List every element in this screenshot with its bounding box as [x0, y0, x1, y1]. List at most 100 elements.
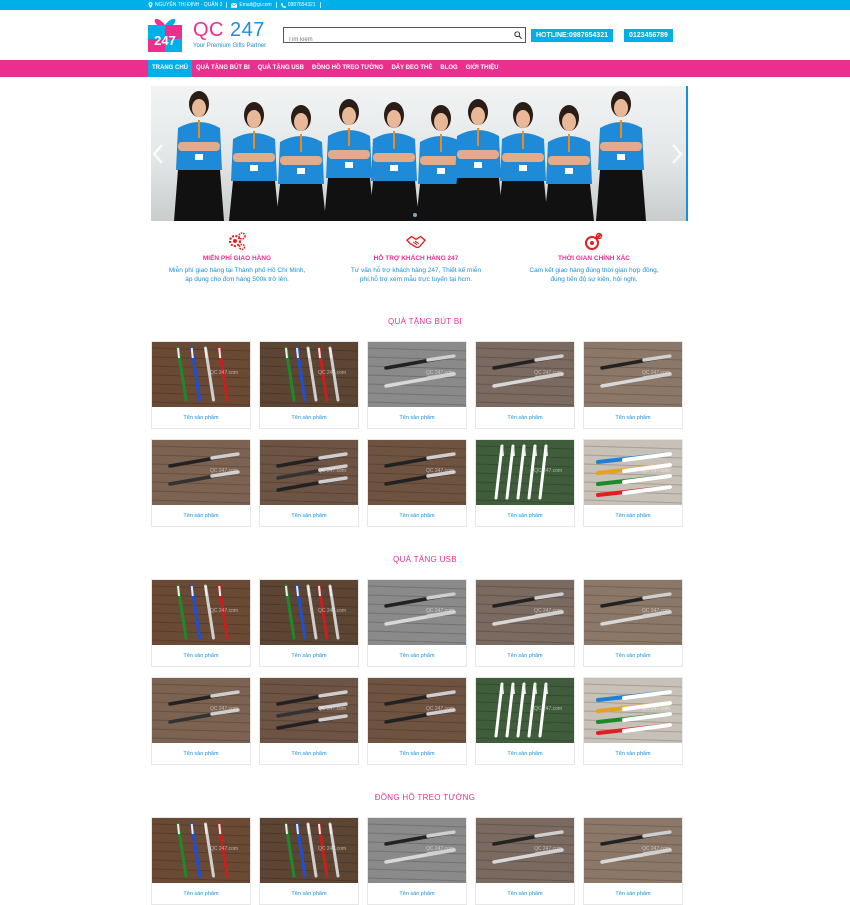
product-image[interactable]: QC 247.com: [260, 580, 358, 645]
hotline-badge[interactable]: HOTLINE:0987654321: [531, 29, 613, 42]
product-card[interactable]: QC 247.com Tên sản phẩm: [367, 817, 467, 905]
nav-item-pen-gifts[interactable]: QUÀ TẶNG BÚT BI: [192, 60, 254, 77]
product-image[interactable]: QC 247.com: [368, 342, 466, 407]
product-card[interactable]: QC 247.com Tên sản phẩm: [151, 439, 251, 527]
nav-item-blog[interactable]: BLOG: [436, 60, 461, 77]
product-name[interactable]: Tên sản phẩm: [260, 891, 358, 897]
product-name[interactable]: Tên sản phẩm: [152, 415, 250, 421]
watermark: QC 247.com: [318, 608, 347, 614]
topbar-phone[interactable]: 0987654321: [280, 2, 316, 8]
product-card[interactable]: QC 247.com Tên sản phẩm: [151, 677, 251, 765]
product-name[interactable]: Tên sản phẩm: [584, 891, 682, 897]
product-card[interactable]: QC 247.com Tên sản phẩm: [367, 341, 467, 429]
product-image[interactable]: QC 247.com: [476, 580, 574, 645]
product-name[interactable]: Tên sản phẩm: [584, 751, 682, 757]
product-card[interactable]: QC 247.com Tên sản phẩm: [151, 341, 251, 429]
product-card[interactable]: QC 247.com Tên sản phẩm: [151, 579, 251, 667]
product-name[interactable]: Tên sản phẩm: [152, 513, 250, 519]
product-name[interactable]: Tên sản phẩm: [260, 653, 358, 659]
product-card[interactable]: QC 247.com Tên sản phẩm: [583, 817, 683, 905]
product-name[interactable]: Tên sản phẩm: [368, 415, 466, 421]
product-name[interactable]: Tên sản phẩm: [152, 653, 250, 659]
product-name[interactable]: Tên sản phẩm: [476, 513, 574, 519]
product-name[interactable]: Tên sản phẩm: [260, 751, 358, 757]
product-card[interactable]: QC 247.com Tên sản phẩm: [367, 579, 467, 667]
product-image[interactable]: QC 247.com: [584, 440, 682, 505]
product-card[interactable]: QC 247.com Tên sản phẩm: [583, 341, 683, 429]
search-icon[interactable]: [514, 31, 522, 39]
search-input[interactable]: [284, 33, 504, 47]
product-name[interactable]: Tên sản phẩm: [368, 891, 466, 897]
product-image[interactable]: QC 247.com: [584, 580, 682, 645]
handshake-icon: [406, 235, 426, 249]
product-image[interactable]: QC 247.com: [476, 440, 574, 505]
product-image[interactable]: QC 247.com: [368, 440, 466, 505]
product-card[interactable]: QC 247.com Tên sản phẩm: [367, 439, 467, 527]
nav-item-lanyards[interactable]: DÂY ĐEO THẺ: [387, 60, 436, 77]
product-image[interactable]: QC 247.com: [368, 580, 466, 645]
product-card[interactable]: QC 247.com Tên sản phẩm: [475, 439, 575, 527]
product-card[interactable]: QC 247.com Tên sản phẩm: [259, 817, 359, 905]
product-name[interactable]: Tên sản phẩm: [476, 415, 574, 421]
product-name[interactable]: Tên sản phẩm: [584, 653, 682, 659]
product-card[interactable]: QC 247.com Tên sản phẩm: [583, 439, 683, 527]
slider-prev-arrow-icon[interactable]: [151, 143, 165, 165]
nav-item-about[interactable]: GIỚI THIỆU: [462, 60, 503, 77]
product-image[interactable]: QC 247.com: [260, 440, 358, 505]
product-image[interactable]: QC 247.com: [152, 440, 250, 505]
product-card[interactable]: QC 247.com Tên sản phẩm: [583, 579, 683, 667]
product-card[interactable]: QC 247.com Tên sản phẩm: [583, 677, 683, 765]
slider-dot[interactable]: [413, 213, 417, 217]
nav-item-usb-gifts[interactable]: QUÀ TẶNG USB: [254, 60, 308, 77]
product-card[interactable]: QC 247.com Tên sản phẩm: [259, 579, 359, 667]
team-photo: [174, 91, 646, 221]
watermark: QC 247.com: [318, 706, 347, 712]
product-card[interactable]: QC 247.com Tên sản phẩm: [475, 817, 575, 905]
product-image[interactable]: QC 247.com: [260, 818, 358, 883]
product-card[interactable]: QC 247.com Tên sản phẩm: [475, 579, 575, 667]
product-image[interactable]: QC 247.com: [584, 342, 682, 407]
section-title-wall-clocks[interactable]: ĐỒNG HỒ TREO TƯỜNG: [0, 793, 850, 802]
product-image[interactable]: QC 247.com: [584, 818, 682, 883]
product-image[interactable]: QC 247.com: [476, 678, 574, 743]
nav-item-wall-clocks[interactable]: ĐỒNG HỒ TREO TƯỜNG: [308, 60, 387, 77]
product-image[interactable]: QC 247.com: [152, 580, 250, 645]
product-name[interactable]: Tên sản phẩm: [260, 415, 358, 421]
product-image[interactable]: QC 247.com: [152, 818, 250, 883]
product-name[interactable]: Tên sản phẩm: [368, 653, 466, 659]
product-name[interactable]: Tên sản phẩm: [152, 891, 250, 897]
product-image[interactable]: QC 247.com: [584, 678, 682, 743]
product-image[interactable]: QC 247.com: [152, 678, 250, 743]
product-image[interactable]: QC 247.com: [368, 678, 466, 743]
product-card[interactable]: QC 247.com Tên sản phẩm: [367, 677, 467, 765]
product-name[interactable]: Tên sản phẩm: [260, 513, 358, 519]
product-name[interactable]: Tên sản phẩm: [584, 415, 682, 421]
product-name[interactable]: Tên sản phẩm: [584, 513, 682, 519]
product-name[interactable]: Tên sản phẩm: [368, 513, 466, 519]
product-card[interactable]: QC 247.com Tên sản phẩm: [475, 341, 575, 429]
product-card[interactable]: QC 247.com Tên sản phẩm: [475, 677, 575, 765]
product-name[interactable]: Tên sản phẩm: [152, 751, 250, 757]
product-image[interactable]: QC 247.com: [152, 342, 250, 407]
product-name[interactable]: Tên sản phẩm: [476, 891, 574, 897]
product-image[interactable]: QC 247.com: [260, 678, 358, 743]
product-name[interactable]: Tên sản phẩm: [476, 751, 574, 757]
product-image[interactable]: QC 247.com: [368, 818, 466, 883]
nav-item-home[interactable]: TRANG CHỦ: [148, 60, 192, 77]
feature-desc-line: Tư vấn hỗ trợ khách hàng 247, Thiết kế m…: [350, 267, 482, 274]
section-title-usb-gifts[interactable]: QUÀ TẶNG USB: [0, 555, 850, 564]
slider-next-arrow-icon[interactable]: [670, 143, 684, 165]
product-name[interactable]: Tên sản phẩm: [368, 751, 466, 757]
product-card[interactable]: QC 247.com Tên sản phẩm: [259, 677, 359, 765]
section-title-pen-gifts[interactable]: QUÀ TẶNG BÚT BI: [0, 317, 850, 326]
hotline-second-badge[interactable]: 0123456789: [624, 29, 673, 42]
site-logo[interactable]: 247 QC 247 Your Premium Gifts Partner: [147, 15, 277, 53]
product-image[interactable]: QC 247.com: [476, 342, 574, 407]
product-card[interactable]: QC 247.com Tên sản phẩm: [151, 817, 251, 905]
product-image[interactable]: QC 247.com: [476, 818, 574, 883]
product-card[interactable]: QC 247.com Tên sản phẩm: [259, 341, 359, 429]
product-name[interactable]: Tên sản phẩm: [476, 653, 574, 659]
product-image[interactable]: QC 247.com: [260, 342, 358, 407]
product-card[interactable]: QC 247.com Tên sản phẩm: [259, 439, 359, 527]
topbar-email[interactable]: Email@gi.com: [231, 2, 272, 8]
